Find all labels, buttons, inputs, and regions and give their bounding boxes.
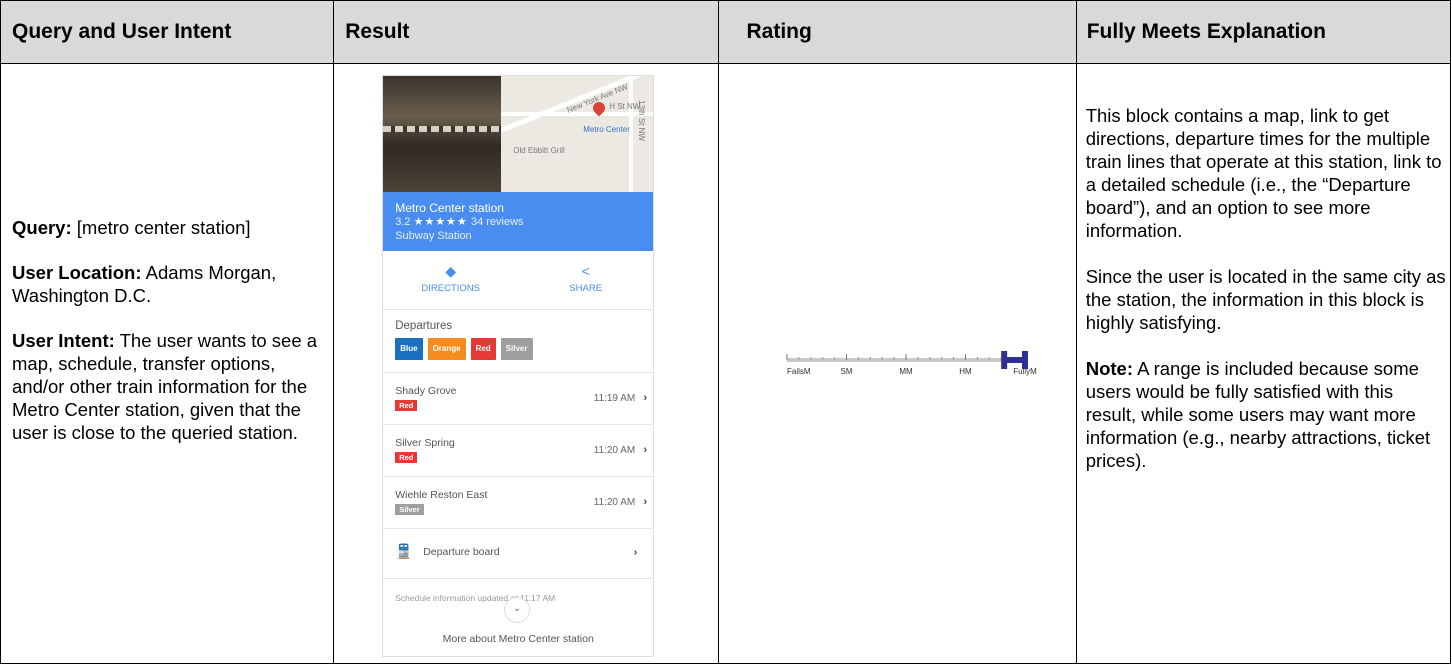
reviews-link[interactable]: 34 reviews xyxy=(471,216,524,228)
header-result: Result xyxy=(333,0,720,64)
query-label: Query: xyxy=(12,217,72,238)
line-chip-silver[interactable]: Silver xyxy=(500,338,533,360)
station-photo[interactable] xyxy=(383,76,502,192)
station-map[interactable]: New York Ave NW H St NW Metro Center Old… xyxy=(501,76,654,192)
rating-table: Query and User Intent Result Rating Full… xyxy=(0,0,1452,664)
rating-scale: FailsM SM MM HM FullyM xyxy=(779,346,1039,386)
departure-board-link[interactable]: 🚆 Departure board › xyxy=(383,529,654,579)
scale-label: SM xyxy=(841,367,853,376)
chevron-right-icon: › xyxy=(633,546,638,558)
departures-list: Shady Grove Red 11:19 AM › Silver Spring Red 1… xyxy=(383,373,654,529)
departure-row[interactable]: Wiehle Reston East Silver 11:20 AM › xyxy=(383,477,654,529)
result-cell: New York Ave NW H St NW Metro Center Old… xyxy=(333,63,720,664)
directions-icon: ◆ xyxy=(445,263,457,279)
chevron-right-icon: › xyxy=(643,392,648,404)
chevron-right-icon: › xyxy=(643,496,648,508)
header-query-intent: Query and User Intent xyxy=(0,0,335,64)
explanation-paragraph-1: This block contains a map, link to get d… xyxy=(1085,105,1442,241)
query-line: Query: [metro center station] xyxy=(12,216,330,239)
scale-label: HM xyxy=(960,367,973,376)
share-label: SHARE xyxy=(569,283,603,294)
explanation-paragraph-2: Since the user is located in the same ci… xyxy=(1085,266,1446,333)
rating-value: 3.2 xyxy=(395,216,411,228)
scale-label: MM xyxy=(900,367,914,376)
rating-range-bar xyxy=(1004,357,1026,363)
expand-chevron-down-icon[interactable]: ⌄ xyxy=(504,597,531,623)
explanation-text: This block contains a map, link to get d… xyxy=(1086,104,1446,495)
directions-button[interactable]: ◆ DIRECTIONS xyxy=(383,251,518,309)
header-explanation: Fully Meets Explanation xyxy=(1075,0,1452,64)
line-chip-orange[interactable]: Orange xyxy=(427,338,466,360)
station-rating-line: 3.2 ★★★★★ 34 reviews xyxy=(395,215,641,229)
departure-line-badge: Silver xyxy=(395,504,424,515)
departure-line-badge: Red xyxy=(395,452,418,463)
note-text: A range is included because some users w… xyxy=(1085,358,1431,471)
range-end-cap xyxy=(1022,351,1029,369)
line-chip-red[interactable]: Red xyxy=(470,338,496,360)
map-label-h-st: H St NW xyxy=(609,102,641,111)
more-about-link[interactable]: More about Metro Center station xyxy=(383,633,653,645)
card-header: Metro Center station 3.2 ★★★★★ 34 review… xyxy=(383,192,654,251)
departure-time: 11:20 AM xyxy=(593,445,636,456)
departure-time: 11:20 AM xyxy=(593,497,636,508)
departure-board-label: Departure board xyxy=(423,546,500,558)
train-clock-icon: 🚆 xyxy=(395,543,413,559)
map-label-metro-center: Metro Center xyxy=(583,125,630,134)
explanation-cell: This block contains a map, link to get d… xyxy=(1075,63,1452,664)
departure-row[interactable]: Silver Spring Red 11:20 AM › xyxy=(383,425,654,477)
departure-time: 11:19 AM xyxy=(593,393,636,404)
chevron-right-icon: › xyxy=(643,444,648,456)
card-media: New York Ave NW H St NW Metro Center Old… xyxy=(383,76,654,192)
location-label: User Location: xyxy=(12,262,142,283)
station-name: Metro Center station xyxy=(395,201,504,215)
line-chip-blue[interactable]: Blue xyxy=(395,338,423,360)
user-intent-label: User Intent: xyxy=(12,330,115,351)
station-type: Subway Station xyxy=(395,230,472,242)
intent-cell: Query: [metro center station] User Locat… xyxy=(0,63,335,664)
knowledge-card: New York Ave NW H St NW Metro Center Old… xyxy=(382,75,655,657)
scale-label: FailsM xyxy=(787,367,811,376)
share-icon: < xyxy=(581,263,590,279)
stars-icon: ★★★★★ xyxy=(413,216,468,228)
departure-line-badge: Red xyxy=(395,400,418,411)
map-label-old-ebbitt: Old Ebbitt Grill xyxy=(513,146,565,155)
example-row: Query: [metro center station] User Locat… xyxy=(0,63,1452,664)
rating-cell: FailsM SM MM HM FullyM xyxy=(718,63,1077,664)
header-rating: Rating xyxy=(718,0,1077,64)
header-row: Query and User Intent Result Rating Full… xyxy=(0,0,1452,64)
range-start-cap xyxy=(1001,351,1008,369)
departures-title: Departures xyxy=(395,320,453,332)
directions-label: DIRECTIONS xyxy=(421,283,481,294)
location-line: User Location: Adams Morgan, Washington … xyxy=(12,261,330,307)
line-chips: Blue Orange Red Silver xyxy=(383,338,654,373)
query-value: [metro center station] xyxy=(71,217,251,238)
departure-row[interactable]: Shady Grove Red 11:19 AM › xyxy=(383,373,654,425)
user-intent-line: User Intent: The user wants to see a map… xyxy=(12,329,330,444)
note-label: Note: xyxy=(1085,358,1133,379)
note-paragraph: Note: A range is included because some u… xyxy=(1086,357,1446,472)
rating-scale-graphic: FailsM SM MM HM FullyM xyxy=(786,351,1038,376)
intent-text: Query: [metro center station] User Locat… xyxy=(12,216,330,466)
share-button[interactable]: < SHARE xyxy=(518,251,653,309)
card-actions: ◆ DIRECTIONS < SHARE xyxy=(383,251,654,310)
map-label-13th-st: 13th St NW xyxy=(637,100,647,141)
